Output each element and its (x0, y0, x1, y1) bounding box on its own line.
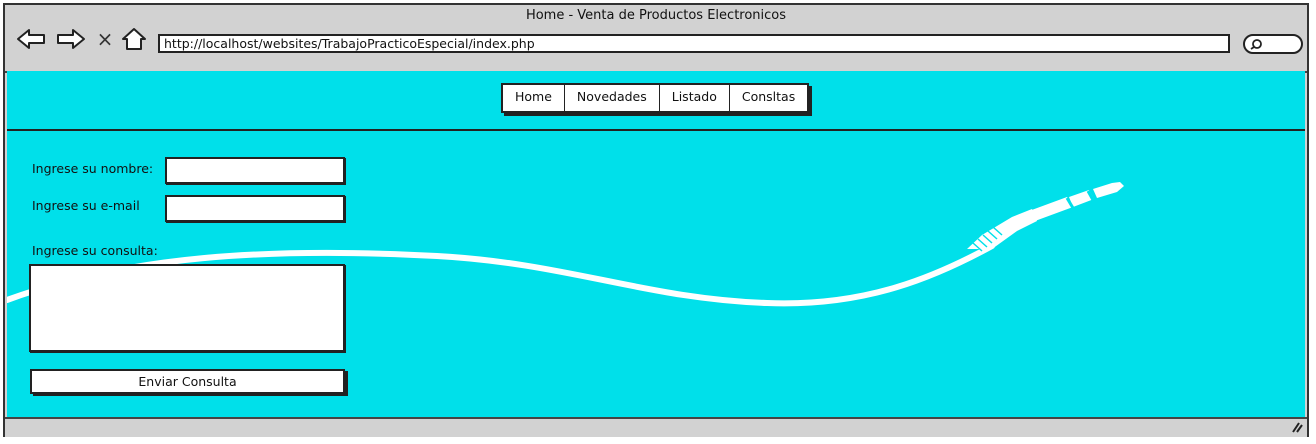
forward-arrow-icon[interactable] (55, 25, 87, 53)
close-icon[interactable]: × (95, 25, 115, 53)
menu-item-home[interactable]: Home (503, 85, 565, 111)
submit-query-button[interactable]: Enviar Consulta (30, 369, 345, 394)
status-bar (5, 417, 1307, 437)
menu-item-consultas[interactable]: Consltas (730, 85, 807, 111)
back-arrow-icon[interactable] (15, 25, 47, 53)
email-label: Ingrese su e-mail (32, 198, 140, 213)
resize-grip-icon[interactable] (1291, 421, 1303, 436)
search-icon (1250, 39, 1262, 50)
header-divider (7, 129, 1305, 131)
browser-toolbar: Home - Venta de Productos Electronicos ×… (5, 5, 1307, 73)
page-content: Home Novedades Listado Consltas Ingrese … (7, 71, 1305, 417)
query-textarea[interactable] (29, 264, 345, 352)
address-bar[interactable]: http://localhost/websites/TrabajoPractic… (158, 34, 1230, 53)
window-title: Home - Venta de Productos Electronicos (525, 8, 787, 23)
menu-item-listado[interactable]: Listado (660, 85, 730, 111)
query-label: Ingrese su consulta: (32, 243, 158, 258)
name-input[interactable] (165, 157, 345, 184)
home-icon[interactable] (120, 25, 148, 53)
search-box[interactable] (1243, 34, 1303, 54)
main-menu: Home Novedades Listado Consltas (501, 83, 810, 113)
name-label: Ingrese su nombre: (32, 161, 154, 176)
cable-plug-illustration (7, 182, 1124, 307)
menu-item-novedades[interactable]: Novedades (565, 85, 660, 111)
browser-window: Home - Venta de Productos Electronicos ×… (3, 3, 1309, 437)
email-input[interactable] (165, 195, 345, 222)
